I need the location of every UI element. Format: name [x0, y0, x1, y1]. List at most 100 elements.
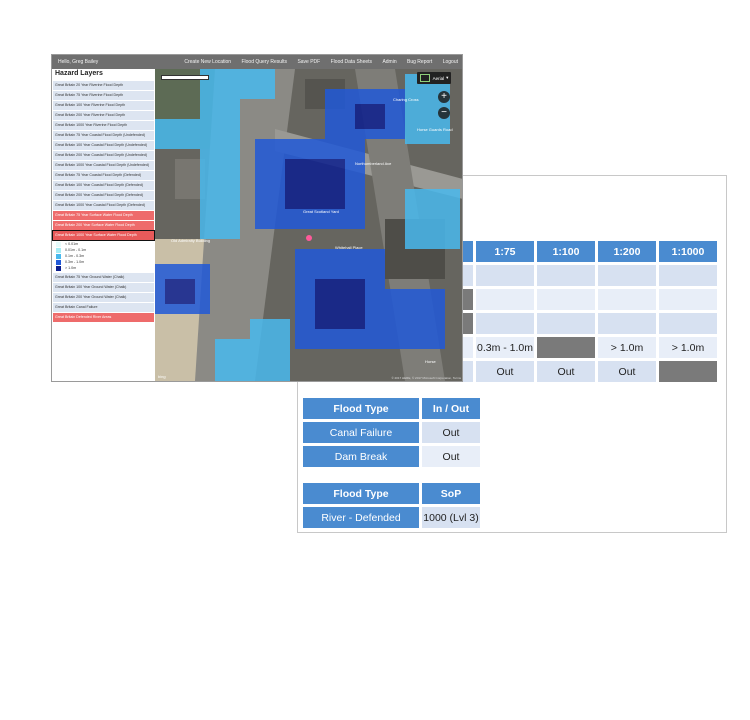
aerial-imagery[interactable] — [155, 69, 463, 381]
hazard-layer-item[interactable]: Great Britain 200 Year Ground Water (Cha… — [53, 293, 154, 302]
hazard-layer-item[interactable]: Great Britain 200 Year Surface Water Flo… — [53, 221, 154, 230]
table-row: River - Defended 1000 (Lvl 3) — [303, 507, 480, 528]
hazard-layers-title: Hazard Layers — [55, 70, 103, 77]
in-out-cell: Out — [422, 422, 480, 443]
return-period-table: 1:75 1:100 1:200 1:1000 0.3m - 1.0m > 1.… — [458, 238, 720, 385]
map-attribution[interactable]: © 2017 HERE, © 2017 Microsoft Corporatio… — [391, 376, 461, 380]
legend-label: 0.3m - 1.0m — [65, 260, 85, 264]
sop-header-row: Flood Type SoP — [303, 483, 480, 504]
table-row — [461, 265, 717, 286]
nav-bug-report[interactable]: Bug Report — [407, 59, 432, 65]
map-label: Horse — [425, 359, 436, 364]
table-row: Dam Break Out — [303, 446, 480, 467]
flood-type-cell: Dam Break — [303, 446, 419, 467]
flood-type-header: Flood Type — [303, 398, 419, 419]
table-row: Out Out Out — [461, 361, 717, 382]
hazard-layer-item[interactable]: Great Britain 20 Year Riverine Flood Dep… — [53, 81, 154, 90]
legend-swatch — [56, 247, 61, 253]
table-row — [461, 289, 717, 310]
table-cell — [537, 265, 595, 286]
nav-flood-query-results[interactable]: Flood Query Results — [241, 59, 287, 65]
hazard-layer-item[interactable]: Great Britain 100 Year Coastal Flood Dep… — [53, 181, 154, 190]
hazard-layer-item[interactable]: Great Britain 100 Year Coastal Flood Dep… — [53, 141, 154, 150]
flood-type-header: Flood Type — [303, 483, 419, 504]
hazard-layer-item[interactable]: Great Britain 1000 Year Surface Water Fl… — [52, 230, 155, 241]
aerial-view-toggle[interactable]: Aerial ▾ — [417, 72, 451, 84]
hazard-layers-sidebar: Hazard Layers Great Britain 20 Year Rive… — [52, 69, 156, 381]
hazard-layer-item[interactable]: Great Britain 1000 Year Coastal Flood De… — [53, 201, 154, 210]
nav-flood-data-sheets[interactable]: Flood Data Sheets — [331, 59, 372, 65]
hazard-layer-item[interactable]: Great Britain 75 Year Riverine Flood Dep… — [53, 91, 154, 100]
table-cell: Out — [476, 361, 534, 382]
hazard-layer-item[interactable]: Great Britain Defended River Areas — [53, 313, 154, 322]
hazard-layer-item[interactable]: Great Britain 200 Year Coastal Flood Dep… — [53, 151, 154, 160]
table-cell — [659, 313, 717, 334]
table-cell — [659, 289, 717, 310]
hazard-layer-list-top: Great Britain 20 Year Riverine Flood Dep… — [52, 81, 155, 241]
map-label: Old Admiralty Building — [171, 238, 211, 243]
map-view[interactable]: Charing Cross Old Admiralty Building Gre… — [155, 69, 463, 381]
legend-swatch — [56, 241, 61, 247]
table-cell: > 1.0m — [598, 337, 656, 358]
table-cell — [598, 289, 656, 310]
hazard-layer-item[interactable]: Great Britain 1000 Year Coastal Flood De… — [53, 161, 154, 170]
zoom-out-button[interactable]: − — [438, 107, 450, 119]
legend-label: 0.1m - 0.3m — [65, 254, 85, 258]
bing-logo: bing — [158, 374, 166, 379]
flood-type-sop-table: Flood Type SoP River - Defended 1000 (Lv… — [300, 480, 483, 531]
table-cell — [476, 313, 534, 334]
table-cell: Out — [598, 361, 656, 382]
table-row: 0.3m - 1.0m > 1.0m > 1.0m — [461, 337, 717, 358]
map-label: Great Scotland Yard — [303, 209, 339, 214]
hazard-layer-item[interactable]: Great Britain 75 Year Surface Water Floo… — [53, 211, 154, 220]
sop-header: SoP — [422, 483, 480, 504]
nav-logout[interactable]: Logout — [443, 59, 458, 65]
hazard-layer-item[interactable]: Great Britain 100 Year Ground Water (Cha… — [53, 283, 154, 292]
nav-admin[interactable]: Admin — [382, 59, 396, 65]
flood-type-header-row: Flood Type In / Out — [303, 398, 480, 419]
nav-save-pdf[interactable]: Save PDF — [297, 59, 320, 65]
table-cell — [598, 265, 656, 286]
table-cell: Out — [537, 361, 595, 382]
table-cell — [659, 361, 717, 382]
sop-cell: 1000 (Lvl 3) — [422, 507, 480, 528]
return-period-header-row: 1:75 1:100 1:200 1:1000 — [461, 241, 717, 262]
zoom-in-button[interactable]: + — [438, 91, 450, 103]
table-cell: 0.3m - 1.0m — [476, 337, 534, 358]
map-label: Northumberland Ave — [355, 161, 392, 166]
flood-type-cell: River - Defended — [303, 507, 419, 528]
top-nav-bar: Hello, Greg Bailey Create New Location F… — [52, 55, 462, 69]
in-out-header: In / Out — [422, 398, 480, 419]
hazard-layer-item[interactable]: Great Britain 100 Year Riverine Flood De… — [53, 101, 154, 110]
location-pin[interactable] — [306, 235, 312, 241]
table-cell — [476, 289, 534, 310]
legend-swatch — [56, 253, 61, 259]
hazard-layer-item[interactable]: Great Britain 75 Year Coastal Flood Dept… — [53, 171, 154, 180]
legend-row: > 1.0m — [56, 265, 151, 271]
map-label: Charing Cross — [393, 97, 419, 102]
header-1-1000: 1:1000 — [659, 241, 717, 262]
flood-depth-legend: < 0.01m 0.01m - 0.1m 0.1m - 0.3m 0.3m - 1.0… — [52, 240, 155, 272]
in-out-cell: Out — [422, 446, 480, 467]
map-label: Horse Guards Road — [417, 127, 453, 132]
header-1-200: 1:200 — [598, 241, 656, 262]
hazard-layer-item[interactable]: Great Britain 75 Year Ground Water (Chal… — [53, 273, 154, 282]
table-cell — [537, 289, 595, 310]
user-greeting: Hello, Greg Bailey — [58, 59, 99, 65]
aerial-label: Aerial — [432, 75, 445, 81]
hazard-layer-item[interactable]: Great Britain 1000 Year Riverine Flood D… — [53, 121, 154, 130]
map-label: Whitehall Place — [335, 245, 363, 250]
header-1-75: 1:75 — [476, 241, 534, 262]
map-app-window: Hello, Greg Bailey Create New Location F… — [51, 54, 463, 382]
hazard-layer-list-bottom: Great Britain 75 Year Ground Water (Chal… — [52, 273, 155, 322]
hazard-layer-item[interactable]: Great Britain Canal Failure — [53, 303, 154, 312]
table-cell: > 1.0m — [659, 337, 717, 358]
nav-create-new-location[interactable]: Create New Location — [184, 59, 231, 65]
hazard-layer-item[interactable]: Great Britain 200 Year Riverine Flood De… — [53, 111, 154, 120]
layers-icon — [419, 74, 430, 82]
hazard-layer-item[interactable]: Great Britain 75 Year Coastal Flood Dept… — [53, 131, 154, 140]
table-cell — [598, 313, 656, 334]
hazard-layer-item[interactable]: Great Britain 200 Year Coastal Flood Dep… — [53, 191, 154, 200]
chevron-down-icon: ▾ — [446, 75, 449, 80]
legend-label: > 1.0m — [65, 266, 77, 270]
